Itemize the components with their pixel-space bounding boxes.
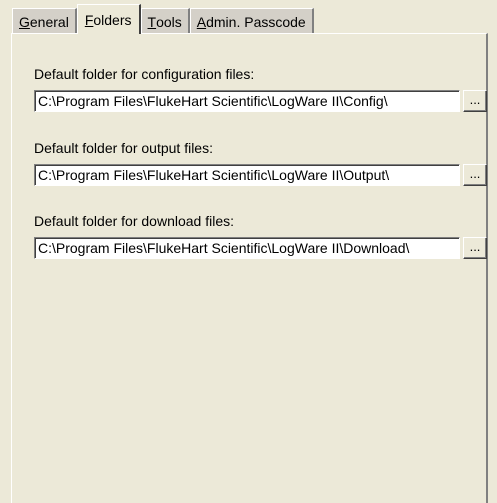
tab-folders-accel: F (84, 11, 94, 28)
tab-tools-accel: T (147, 13, 157, 30)
download-folder-browse-button[interactable]: ... (463, 237, 487, 259)
download-folder-field-frame (34, 237, 460, 259)
output-folder-label: Default folder for output files: (34, 140, 213, 156)
output-folder-browse-button[interactable]: ... (463, 164, 487, 186)
tab-general-label: eneral (29, 13, 69, 30)
output-folder-field-frame (34, 164, 460, 186)
tab-general-accel: G (19, 13, 30, 30)
tab-admin-passcode[interactable]: Admin. Passcode (189, 8, 314, 34)
config-folder-input[interactable] (35, 91, 459, 111)
tab-folders[interactable]: Folders (76, 4, 141, 34)
config-folder-field-frame (34, 90, 460, 112)
download-folder-input[interactable] (35, 238, 459, 258)
tab-general[interactable]: General (12, 8, 77, 34)
tab-tools-label: ools (156, 13, 182, 30)
output-folder-input[interactable] (35, 165, 459, 185)
config-folder-browse-button[interactable]: ... (463, 90, 487, 112)
folders-tab-panel: Default folder for configuration files: … (11, 33, 488, 503)
tab-admin-passcode-label: dmin. Passcode (206, 13, 306, 30)
tab-strip: General Folders Tools Admin. Passcode (12, 4, 314, 34)
download-folder-label: Default folder for download files: (34, 213, 234, 229)
tab-tools[interactable]: Tools (140, 8, 190, 34)
tab-admin-passcode-accel: A (196, 13, 207, 30)
config-folder-label: Default folder for configuration files: (34, 66, 255, 82)
tab-folders-label: olders (93, 11, 132, 28)
